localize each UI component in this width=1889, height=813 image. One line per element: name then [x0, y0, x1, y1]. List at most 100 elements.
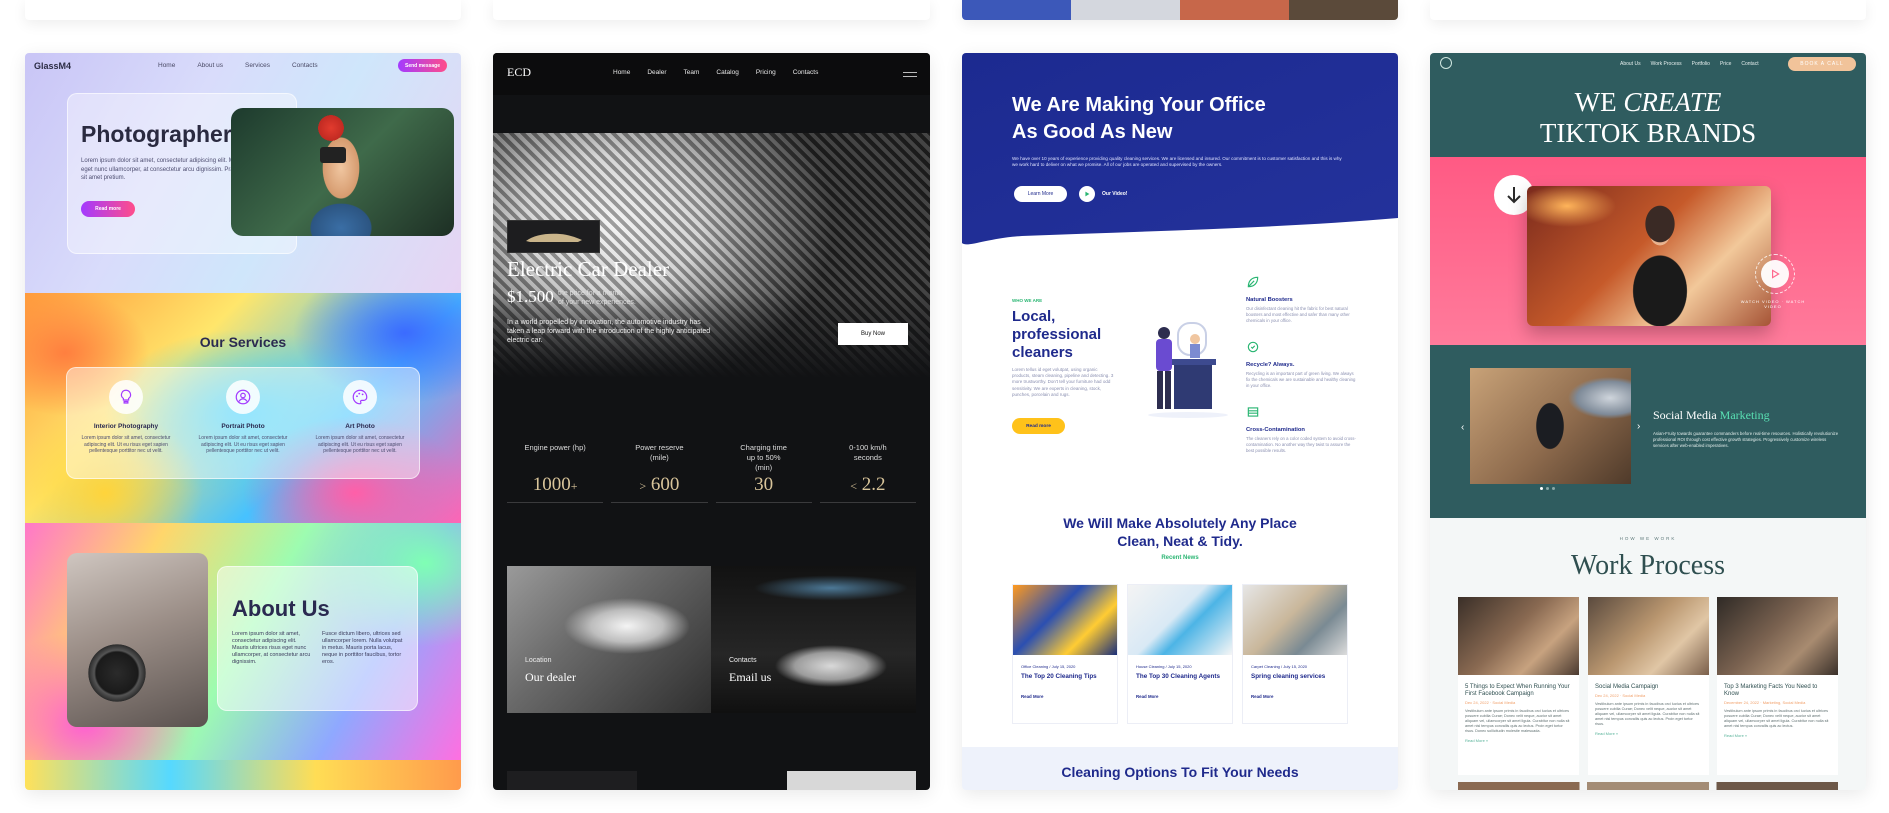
- process-card-text: Vestibulum ante ipsum primis in faucibus…: [1724, 709, 1829, 728]
- process-card-meta: Dec 24, 2022 · Social Media: [1595, 693, 1646, 698]
- menu-icon[interactable]: [903, 72, 917, 77]
- tile-title: Email us: [729, 670, 772, 684]
- options-title: Cleaning Options To Fit Your Needs: [1061, 764, 1299, 780]
- news-image: [1243, 585, 1347, 655]
- process-card-text: Vestibulum ante ipsum primis in faucibus…: [1465, 709, 1570, 733]
- carousel-dot[interactable]: [1552, 487, 1555, 490]
- nav-about[interactable]: About us: [197, 62, 223, 69]
- feature-title: Cross-Contamination: [1246, 427, 1305, 433]
- process-card[interactable]: 5 Things to Expect When Running Your Fir…: [1458, 597, 1579, 775]
- services-title: Our Services: [199, 334, 287, 350]
- nav-catalog[interactable]: Catalog: [716, 69, 738, 76]
- brand-logo-icon[interactable]: [1440, 57, 1452, 69]
- process-read-more[interactable]: Read More »: [1724, 733, 1831, 738]
- stat-value: 30: [754, 474, 774, 495]
- feature-text: The cleaners rely on a color coded syste…: [1246, 436, 1356, 453]
- nav-price[interactable]: Price: [1720, 61, 1731, 67]
- news-title: Spring cleaning services: [1251, 673, 1326, 680]
- carousel-dots[interactable]: [1540, 487, 1555, 490]
- brand-logo[interactable]: ECD: [507, 65, 531, 80]
- hero-background: [962, 53, 1398, 245]
- news-card[interactable]: Carpet Cleaning / July 15, 2020 Spring c…: [1242, 584, 1348, 724]
- tile-our-dealer[interactable]: Location Our dealer: [507, 566, 711, 713]
- process-card-title: Social Media Campaign: [1595, 684, 1659, 690]
- previous-card-stub-1[interactable]: [25, 0, 461, 20]
- news-meta: House Cleaning / July 15, 2020: [1136, 664, 1192, 669]
- read-more-button[interactable]: Read more: [81, 201, 135, 217]
- previous-card-stub-3[interactable]: [962, 0, 1398, 20]
- service-interior[interactable]: Interior Photography Lorem ipsum dolor s…: [72, 380, 180, 455]
- hero-title-1: We Are Making Your Office: [1012, 94, 1266, 116]
- brand-logo[interactable]: GlassM4: [34, 61, 71, 71]
- carousel-dot[interactable]: [1540, 487, 1543, 490]
- social-image: [1470, 368, 1631, 484]
- nav-work-process[interactable]: Work Process: [1651, 61, 1682, 67]
- hero-we: WE: [1574, 87, 1617, 117]
- nav-contact[interactable]: Contact: [1741, 61, 1758, 67]
- tile-email-us[interactable]: Contacts Email us: [711, 566, 916, 713]
- learn-more-button[interactable]: Learn More: [1014, 186, 1067, 202]
- previous-card-stub-2[interactable]: [493, 0, 930, 20]
- nav-contacts[interactable]: Contacts: [793, 69, 819, 76]
- news-image: [1013, 585, 1117, 655]
- process-title: Work Process: [1570, 550, 1726, 581]
- stat-acceleration: 0-100 km/h seconds < 2.2: [819, 443, 916, 503]
- nav-about[interactable]: About Us: [1620, 61, 1641, 67]
- service-art[interactable]: Art Photo Lorem ipsum dolor sit amet, co…: [306, 380, 414, 455]
- about-text-right: Fusce dictum libero, ultrices sed ullamc…: [322, 631, 403, 665]
- nav-pricing[interactable]: Pricing: [756, 69, 776, 76]
- news-card[interactable]: Office Cleaning / July 15, 2020 The Top …: [1012, 584, 1118, 724]
- process-image: [1458, 597, 1579, 675]
- price-note-1: the price for a month: [558, 290, 623, 297]
- nav-dealer[interactable]: Dealer: [647, 69, 666, 76]
- process-card[interactable]: Top 3 Marketing Facts You Need to Know D…: [1717, 597, 1838, 775]
- tile-kicker: Location: [525, 657, 552, 664]
- carousel-next-icon[interactable]: ›: [1637, 421, 1640, 432]
- user-icon: [226, 380, 260, 414]
- news-read-more[interactable]: Read More: [1136, 694, 1232, 699]
- car-badge: [507, 220, 600, 253]
- process-card[interactable]: Social Media Campaign Dec 24, 2022 · Soc…: [1588, 597, 1709, 775]
- nav-team[interactable]: Team: [684, 69, 700, 76]
- news-read-more[interactable]: Read More: [1251, 694, 1347, 699]
- play-button[interactable]: [1755, 254, 1795, 294]
- carousel-prev-icon[interactable]: ‹: [1461, 422, 1464, 433]
- nav-services[interactable]: Services: [245, 62, 270, 69]
- template-card-tiktok-agency[interactable]: About Us Work Process Portfolio Price Co…: [1430, 53, 1866, 790]
- service-label: Art Photo: [345, 423, 375, 430]
- stats-row: Engine power (hp) 1000+ Power reserve (m…: [507, 443, 916, 503]
- recycle-icon: [1247, 341, 1259, 353]
- service-portrait[interactable]: Portrait Photo Lorem ipsum dolor sit ame…: [189, 380, 297, 455]
- social-title-a: Social Media: [1653, 408, 1717, 422]
- nav-contacts[interactable]: Contacts: [292, 62, 318, 69]
- our-video-link[interactable]: Our Video!: [1102, 191, 1127, 197]
- process-read-more[interactable]: Read More »: [1595, 731, 1702, 736]
- grid-icon: [1247, 407, 1259, 417]
- stat-label: Charging time up to 50% (min): [740, 443, 787, 472]
- main-nav: About Us Work Process Portfolio Price Co…: [1620, 61, 1759, 67]
- play-video-icon[interactable]: [1079, 186, 1095, 202]
- previous-card-stub-4[interactable]: [1430, 0, 1866, 20]
- footer-strip: [25, 760, 461, 790]
- template-card-car-dealer[interactable]: ECD Home Dealer Team Catalog Pricing Con…: [493, 53, 930, 790]
- buy-now-button[interactable]: Buy Now: [838, 323, 908, 345]
- nav-home[interactable]: Home: [613, 69, 630, 76]
- read-more-button[interactable]: Read more: [1012, 418, 1065, 434]
- nav-home[interactable]: Home: [158, 62, 175, 69]
- cleaner-illustration: [1148, 322, 1228, 418]
- news-title: The Top 20 Cleaning Tips: [1021, 673, 1097, 680]
- news-read-more[interactable]: Read More: [1021, 694, 1117, 699]
- news-meta: Carpet Cleaning / July 15, 2020: [1251, 664, 1308, 669]
- news-card[interactable]: House Cleaning / July 15, 2020 The Top 3…: [1127, 584, 1233, 724]
- stat-label: 0-100 km/h seconds: [849, 443, 887, 462]
- template-card-cleaning[interactable]: We Are Making Your Office As Good As New…: [962, 53, 1398, 790]
- book-call-button[interactable]: BOOK A CALL: [1788, 57, 1856, 71]
- process-read-more[interactable]: Read More »: [1465, 738, 1572, 743]
- send-message-button[interactable]: Send message: [398, 59, 447, 72]
- local-title: Local, professional cleaners: [1012, 308, 1102, 361]
- process-card-title: Top 3 Marketing Facts You Need to Know: [1724, 684, 1818, 697]
- about-text-left: Lorem ipsum dolor sit amet, consectetur …: [232, 631, 311, 665]
- nav-portfolio[interactable]: Portfolio: [1692, 61, 1710, 67]
- template-card-glass[interactable]: GlassM4 Home About us Services Contacts …: [25, 53, 461, 790]
- carousel-dot[interactable]: [1546, 487, 1549, 490]
